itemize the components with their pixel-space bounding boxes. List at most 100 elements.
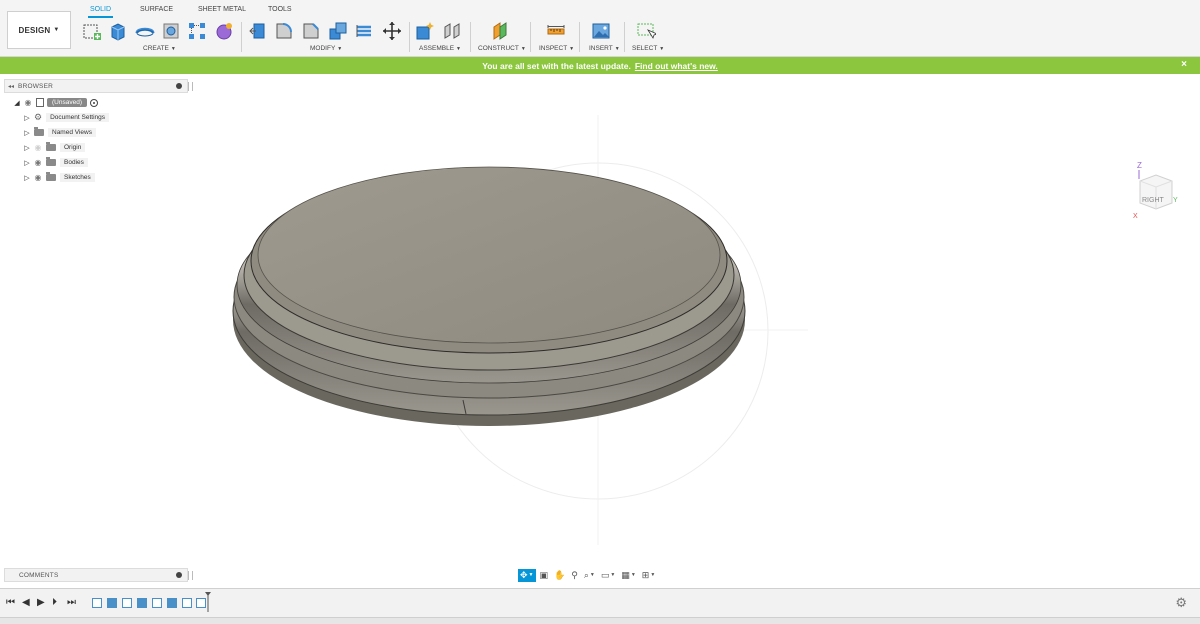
browser-item-origin[interactable]: ▷ ◉ Origin	[22, 141, 86, 154]
select-button[interactable]	[635, 20, 657, 42]
group-divider	[624, 22, 625, 52]
hole-icon	[163, 23, 179, 39]
visibility-eye-icon[interactable]: ◉	[32, 158, 44, 167]
tab-tools[interactable]: TOOLS	[266, 6, 294, 16]
timeline-sketch-feature[interactable]	[92, 598, 102, 608]
orbit-button[interactable]: ✥ ▼	[518, 568, 536, 582]
joint-button[interactable]	[441, 20, 463, 42]
group-divider	[241, 22, 242, 52]
zoom-button[interactable]: ⚲	[569, 569, 580, 582]
timeline-sketch-feature[interactable]	[122, 598, 132, 608]
browser-item-named-views[interactable]: ▷ Named Views	[22, 126, 96, 139]
pattern-button[interactable]	[186, 20, 208, 42]
document-name: (Unsaved)	[47, 98, 87, 107]
create-form-icon	[216, 23, 232, 40]
browser-root-node[interactable]: ◢ ◉ (Unsaved)	[12, 96, 98, 109]
expand-triangle-icon[interactable]: ◢	[12, 99, 22, 107]
hole-button[interactable]	[160, 20, 182, 42]
fillet-button[interactable]	[273, 20, 295, 42]
group-divider	[579, 22, 580, 52]
comments-panel-header[interactable]: COMMENTS	[4, 568, 193, 582]
go-to-start-icon[interactable]: ⏮	[6, 597, 15, 608]
expand-triangle-icon[interactable]: ▷	[22, 174, 32, 182]
create-form-button[interactable]	[213, 20, 235, 42]
chamfer-button[interactable]	[300, 20, 322, 42]
tab-sheet-metal[interactable]: SHEET METAL	[196, 6, 248, 16]
insert-group-menu[interactable]: INSERT ▼	[589, 45, 620, 52]
create-group-menu[interactable]: CREATE ▼	[143, 45, 176, 52]
close-icon[interactable]: ×	[1181, 59, 1187, 70]
construct-group-menu[interactable]: CONSTRUCT ▼	[478, 45, 526, 52]
browser-panel-header[interactable]: ◂◂ BROWSER	[4, 79, 193, 93]
timeline-sketch-feature[interactable]	[152, 598, 162, 608]
inspect-group-menu[interactable]: INSPECT ▼	[539, 45, 574, 52]
insert-image-button[interactable]	[590, 20, 612, 42]
create-sketch-button[interactable]	[81, 20, 103, 42]
expand-triangle-icon[interactable]: ▷	[22, 159, 32, 167]
press-pull-icon	[249, 23, 265, 39]
pan-button[interactable]: ✋	[552, 569, 567, 582]
select-group-menu[interactable]: SELECT ▼	[632, 45, 664, 52]
timeline-extrude-feature[interactable]	[137, 598, 147, 608]
visibility-eye-icon[interactable]: ◉	[22, 98, 34, 107]
timeline-marker[interactable]	[205, 592, 211, 612]
split-body-button[interactable]	[353, 20, 375, 42]
assemble-group-menu[interactable]: ASSEMBLE ▼	[419, 45, 461, 52]
timeline-extrude-feature[interactable]	[167, 598, 177, 608]
gear-icon[interactable]: ⚙	[1175, 595, 1187, 611]
panel-resize-handle[interactable]	[188, 82, 193, 91]
modify-group-menu[interactable]: MODIFY ▼	[310, 45, 342, 52]
rectangular-pattern-icon	[189, 23, 205, 39]
play-icon[interactable]: ▶	[37, 597, 45, 608]
tab-surface[interactable]: SURFACE	[138, 6, 175, 16]
expand-triangle-icon[interactable]: ▷	[22, 144, 32, 152]
look-at-button[interactable]: ▣	[538, 569, 551, 582]
expand-triangle-icon[interactable]: ▷	[22, 114, 32, 122]
group-divider	[470, 22, 471, 52]
browser-item-document-settings[interactable]: ▷ ⚙ Document Settings	[22, 111, 109, 124]
panel-options-icon[interactable]	[176, 572, 182, 578]
activate-target-icon[interactable]	[89, 98, 98, 107]
whats-new-link[interactable]: Find out what's new.	[635, 61, 718, 71]
extrude-button[interactable]	[107, 20, 129, 42]
collapse-panel-icon[interactable]: ◂◂	[8, 83, 14, 90]
timeline-extrude-feature[interactable]	[107, 598, 117, 608]
panel-resize-handle[interactable]	[188, 571, 193, 580]
shell-button[interactable]	[327, 20, 349, 42]
move-copy-button[interactable]	[381, 20, 403, 42]
timeline-fillet-feature[interactable]	[182, 598, 192, 608]
visibility-eye-icon[interactable]: ◉	[32, 173, 44, 182]
step-forward-icon[interactable]: ⏵	[52, 597, 57, 608]
look-at-icon: ▣	[539, 569, 549, 580]
viewports-button[interactable]: ⊞ ▼	[640, 569, 658, 582]
view-cube[interactable]: Z RIGHT Y X	[1128, 155, 1188, 225]
offset-plane-button[interactable]	[489, 20, 511, 42]
display-settings-button[interactable]: ▭ ▼	[599, 569, 617, 582]
folder-icon	[46, 142, 56, 151]
panel-options-icon[interactable]	[176, 83, 182, 89]
go-to-end-icon[interactable]: ⏭	[67, 597, 76, 608]
extrude-icon	[111, 23, 125, 41]
revolve-button[interactable]	[134, 20, 156, 42]
browser-item-label: Bodies	[60, 158, 88, 167]
canvas-viewport[interactable]: Z RIGHT Y X	[0, 75, 1200, 587]
folder-icon	[46, 172, 56, 181]
expand-triangle-icon[interactable]: ▷	[22, 129, 32, 137]
workspace-switcher-button[interactable]: DESIGN ▼	[7, 11, 71, 49]
browser-item-label: Origin	[60, 143, 86, 152]
revolve-icon	[135, 27, 155, 37]
orbit-icon: ✥	[520, 569, 528, 580]
zoom-window-icon: ⌕	[583, 569, 589, 580]
new-component-button[interactable]	[414, 20, 436, 42]
chamfer-icon	[303, 23, 319, 39]
zoom-window-button[interactable]: ⌕ ▼	[582, 569, 597, 582]
grid-settings-button[interactable]: ▦ ▼	[619, 569, 637, 582]
press-pull-button[interactable]	[247, 20, 269, 42]
browser-item-sketches[interactable]: ▷ ◉ Sketches	[22, 171, 95, 184]
tab-solid[interactable]: SOLID	[88, 6, 114, 18]
browser-item-bodies[interactable]: ▷ ◉ Bodies	[22, 156, 88, 169]
chevron-down-icon: ▼	[53, 27, 60, 33]
measure-button[interactable]	[545, 20, 567, 42]
step-back-icon[interactable]: ◀	[22, 597, 30, 608]
visibility-eye-icon[interactable]: ◉	[32, 143, 44, 152]
